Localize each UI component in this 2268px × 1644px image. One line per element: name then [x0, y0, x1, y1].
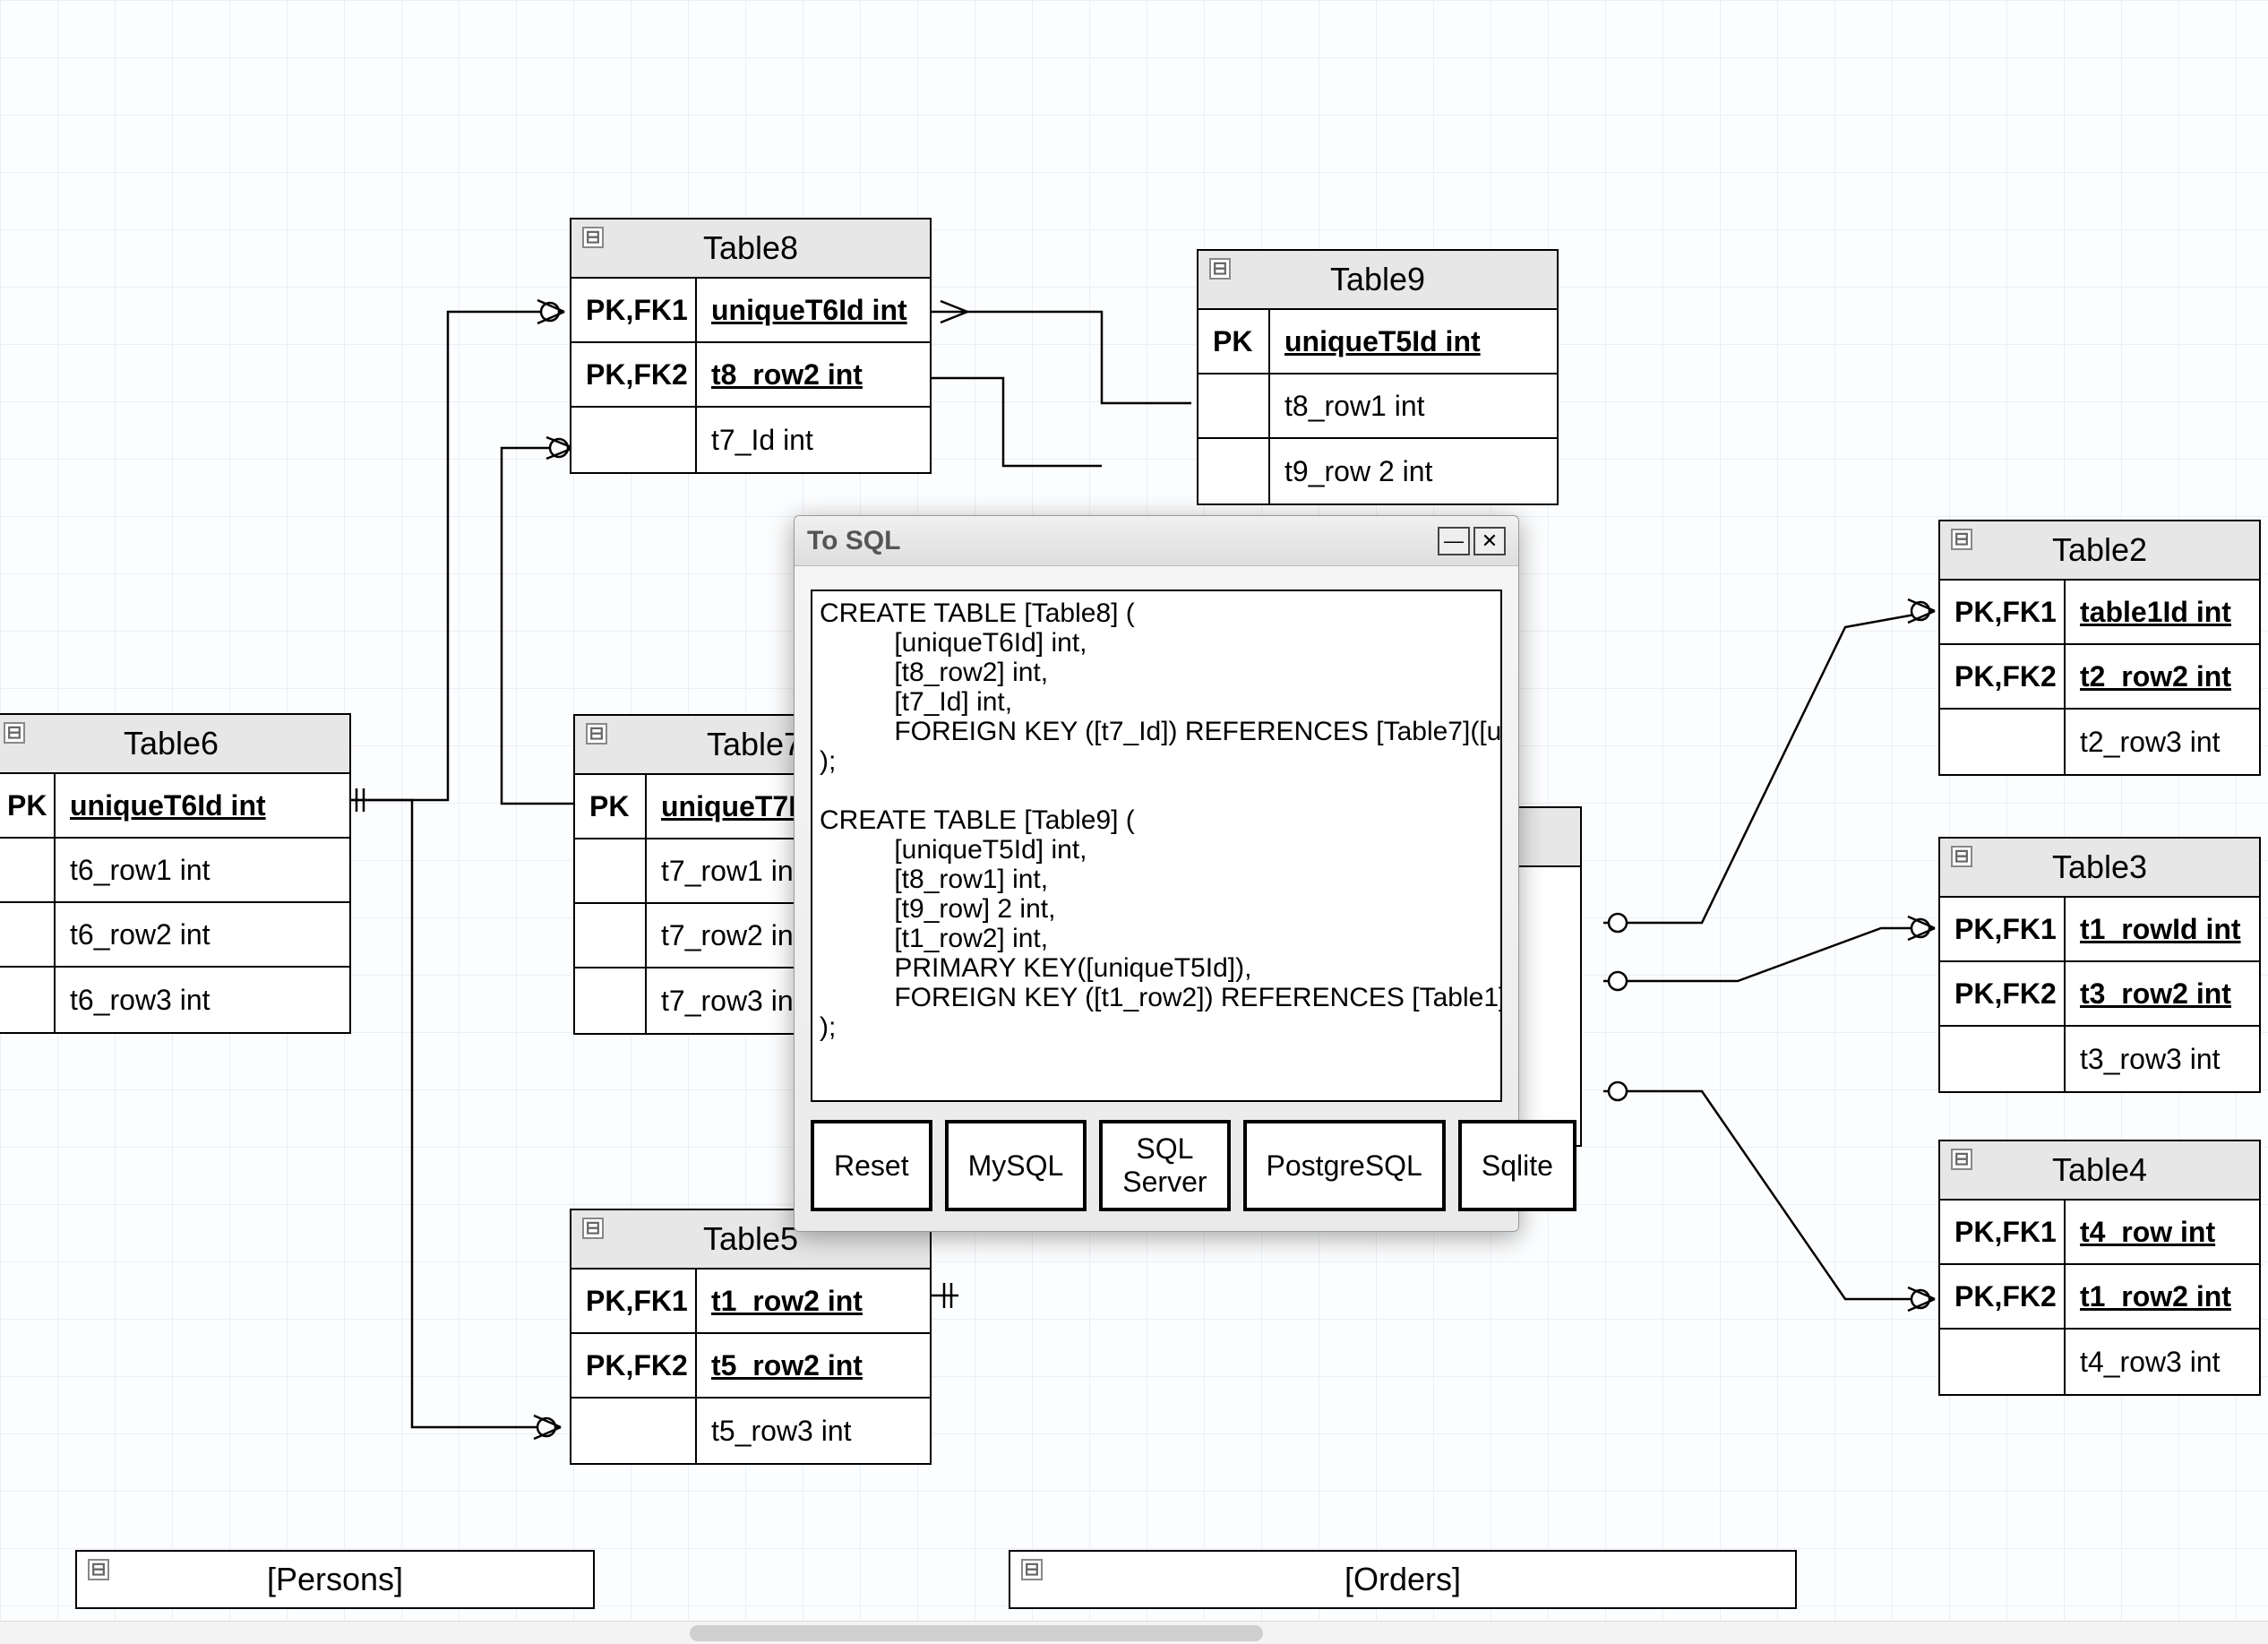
col-cell: t1_rowId int	[2066, 898, 2259, 962]
col-cell: t8_row1 int	[1270, 374, 1557, 439]
key-cell	[575, 968, 645, 1033]
collapse-icon[interactable]: ⊟	[586, 723, 607, 745]
table-table4[interactable]: ⊟Table4 PK,FK1 PK,FK2 t4_row int t1_row2…	[1938, 1140, 2261, 1396]
col-cell: t3_row3 int	[2066, 1027, 2259, 1091]
collapse-icon[interactable]: ⊟	[1951, 529, 1972, 550]
entity-orders[interactable]: ⊟ [Orders]	[1009, 1550, 1797, 1609]
postgresql-button[interactable]: PostgreSQL	[1243, 1120, 1446, 1211]
col-cell: t3_row2 int	[2066, 962, 2259, 1027]
table-title: Table4	[1940, 1151, 2259, 1189]
collapse-icon[interactable]: ⊟	[4, 722, 25, 744]
col-cell: uniqueT6Id int	[697, 279, 930, 343]
col-cell: t9_row 2 int	[1270, 439, 1557, 504]
col-cell: t5_row3 int	[697, 1399, 930, 1463]
table-title: Table3	[1940, 848, 2259, 886]
collapse-icon[interactable]: ⊟	[1951, 846, 1972, 867]
collapse-icon[interactable]: ⊟	[1209, 258, 1231, 280]
collapse-icon[interactable]: ⊟	[582, 227, 604, 248]
key-cell: PK,FK1	[1940, 581, 2064, 645]
key-cell	[0, 839, 54, 903]
key-cell	[575, 904, 645, 968]
close-button[interactable]: ✕	[1473, 527, 1506, 555]
col-cell: table1Id int	[2066, 581, 2259, 645]
horizontal-scrollbar[interactable]	[0, 1621, 2268, 1644]
col-cell: t6_row2 int	[56, 903, 349, 968]
table-table6[interactable]: ⊟Table6 PK uniqueT6Id int t6_row1 int t6…	[0, 713, 351, 1034]
dialog-titlebar[interactable]: To SQL — ✕	[795, 516, 1518, 566]
table-title: Table9	[1198, 261, 1557, 298]
key-cell	[1940, 710, 2064, 774]
sql-output[interactable]	[811, 590, 1502, 1102]
key-cell: PK,FK2	[1940, 645, 2064, 710]
key-cell	[1940, 1027, 2064, 1091]
entity-title: [Orders]	[1010, 1561, 1795, 1598]
key-cell: PK,FK1	[571, 1270, 695, 1334]
key-cell	[1198, 439, 1268, 504]
table-table5[interactable]: ⊟Table5 PK,FK1 PK,FK2 t1_row2 int t5_row…	[570, 1209, 932, 1465]
table-table2[interactable]: ⊟Table2 PK,FK1 PK,FK2 table1Id int t2_ro…	[1938, 520, 2261, 776]
key-cell: PK	[1198, 310, 1268, 374]
col-cell: t4_row3 int	[2066, 1330, 2259, 1394]
col-cell: uniqueT5Id int	[1270, 310, 1557, 374]
col-cell: t1_row2 int	[2066, 1265, 2259, 1330]
mysql-button[interactable]: MySQL	[945, 1120, 1087, 1211]
col-cell: t2_row2 int	[2066, 645, 2259, 710]
col-cell: t1_row2 int	[697, 1270, 930, 1334]
col-cell: t2_row3 int	[2066, 710, 2259, 774]
col-cell: uniqueT6Id int	[56, 774, 349, 839]
col-cell: t6_row1 int	[56, 839, 349, 903]
key-cell: PK	[575, 775, 645, 839]
key-cell	[575, 839, 645, 904]
table-title: Table2	[1940, 531, 2259, 569]
key-cell: PK,FK2	[1940, 1265, 2064, 1330]
col-cell: t8_row2 int	[697, 343, 930, 408]
key-cell: PK,FK1	[571, 279, 695, 343]
sqlite-button[interactable]: Sqlite	[1458, 1120, 1576, 1211]
key-cell	[571, 408, 695, 472]
table-title: Table6	[0, 725, 349, 762]
key-cell: PK,FK1	[1940, 898, 2064, 962]
sqlserver-button[interactable]: SQL Server	[1099, 1120, 1230, 1211]
key-cell: PK	[0, 774, 54, 839]
entity-title: [Persons]	[77, 1561, 593, 1598]
collapse-icon[interactable]: ⊟	[582, 1218, 604, 1239]
key-cell	[0, 903, 54, 968]
key-cell	[0, 968, 54, 1032]
table-table9[interactable]: ⊟Table9 PK uniqueT5Id int t8_row1 int t9…	[1197, 249, 1559, 505]
entity-persons[interactable]: ⊟ [Persons]	[75, 1550, 595, 1609]
col-cell: t6_row3 int	[56, 968, 349, 1032]
table-table8[interactable]: ⊟Table8 PK,FK1 PK,FK2 uniqueT6Id int t8_…	[570, 218, 932, 474]
col-cell: t4_row int	[2066, 1201, 2259, 1265]
col-cell: t5_row2 int	[697, 1334, 930, 1399]
key-cell: PK,FK2	[571, 1334, 695, 1399]
collapse-icon[interactable]: ⊟	[88, 1559, 109, 1580]
collapse-icon[interactable]: ⊟	[1021, 1559, 1043, 1580]
key-cell	[571, 1399, 695, 1463]
key-cell: PK,FK2	[1940, 962, 2064, 1027]
table-table3[interactable]: ⊟Table3 PK,FK1 PK,FK2 t1_rowId int t3_ro…	[1938, 837, 2261, 1093]
key-cell	[1940, 1330, 2064, 1394]
dialog-to-sql[interactable]: To SQL — ✕ Reset MySQL SQL Server Postgr…	[794, 515, 1519, 1232]
col-cell: t7_Id int	[697, 408, 930, 472]
minimize-button[interactable]: —	[1438, 527, 1470, 555]
collapse-icon[interactable]: ⊟	[1951, 1149, 1972, 1170]
key-cell: PK,FK1	[1940, 1201, 2064, 1265]
key-cell	[1198, 374, 1268, 439]
table-title: Table8	[571, 229, 930, 267]
dialog-title: To SQL	[807, 526, 1434, 556]
reset-button[interactable]: Reset	[811, 1120, 932, 1211]
key-cell: PK,FK2	[571, 343, 695, 408]
scrollbar-thumb[interactable]	[690, 1625, 1263, 1641]
